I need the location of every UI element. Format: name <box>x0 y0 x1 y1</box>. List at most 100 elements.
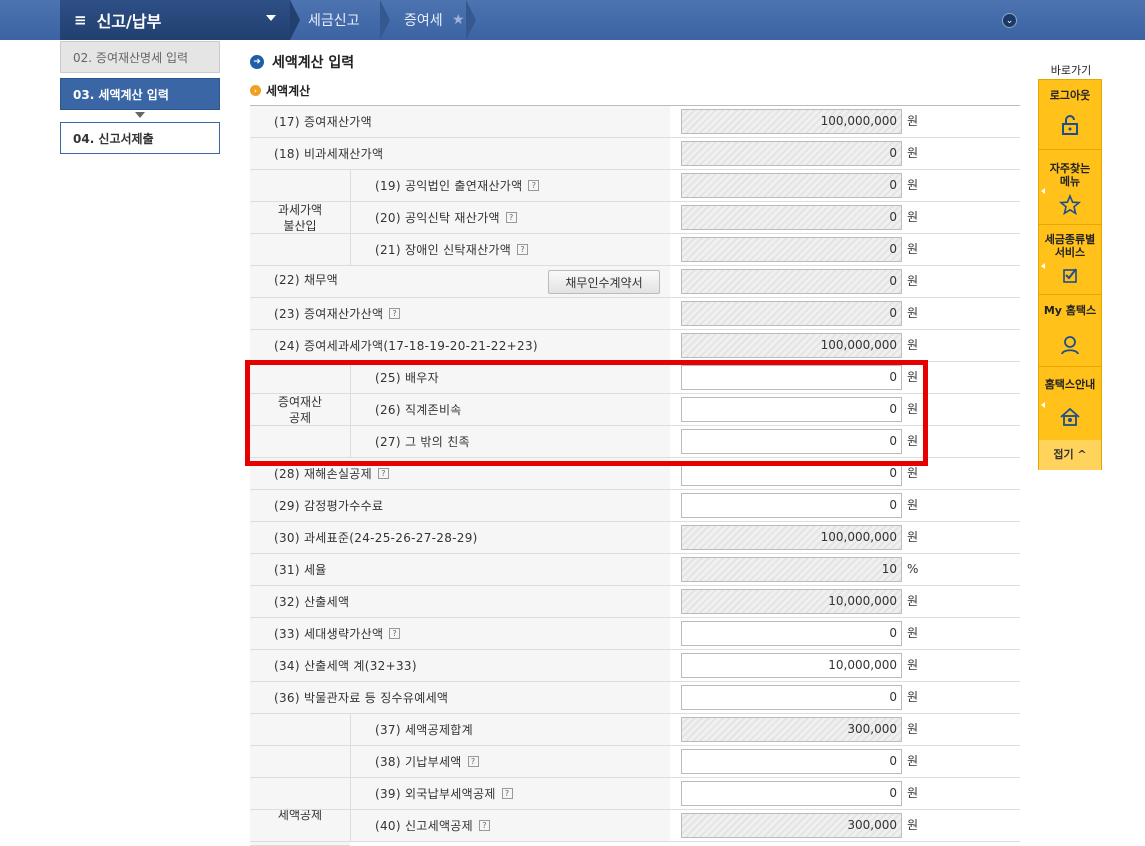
amount-input[interactable]: 0 <box>681 781 902 806</box>
table-row: (40) 신고세액공제? 300,000 원 <box>250 810 1020 842</box>
quick-my-hometax-label[interactable]: My 홈택스 <box>1039 304 1101 317</box>
readonly-field: 10,000,000 <box>681 589 902 614</box>
unit-label: 원 <box>907 146 919 160</box>
unit-label: 원 <box>907 786 919 800</box>
row-label-text: (39) 외국납부세액공제 <box>375 787 496 801</box>
table-row: (22) 채무액 채무인수계약서 0 원 <box>250 266 1020 298</box>
highlight-box <box>245 360 928 466</box>
row-label: (17) 증여재산가액 <box>250 106 670 137</box>
unit-label: 원 <box>907 754 919 768</box>
readonly-field: 100,000,000 <box>681 525 902 550</box>
arrow-left-icon <box>1041 188 1045 194</box>
row-value-cell: 0 원 <box>670 298 1020 329</box>
help-icon[interactable]: ? <box>501 788 513 799</box>
unit-label: 원 <box>907 498 919 512</box>
help-icon[interactable]: ? <box>378 468 389 479</box>
help-icon[interactable]: ? <box>517 244 529 255</box>
unit-label: 원 <box>907 594 919 608</box>
unit-label: 원 <box>907 338 919 352</box>
expand-circle-icon[interactable]: ⌄ <box>1002 13 1017 28</box>
row-label-text: (40) 신고세액공제 <box>375 819 473 833</box>
help-icon[interactable]: ? <box>467 756 479 767</box>
unit-label: 원 <box>907 530 919 544</box>
collapse-quick-menu-button[interactable]: 접기 ^ <box>1039 440 1101 470</box>
readonly-field: 100,000,000 <box>681 109 902 134</box>
quick-guide-label[interactable]: 홈택스안내 <box>1039 378 1101 391</box>
step-04-submit[interactable]: 04. 신고서제출 <box>60 122 220 154</box>
help-icon[interactable]: ? <box>389 308 401 319</box>
help-icon[interactable]: ? <box>389 628 401 639</box>
help-icon[interactable]: ? <box>528 180 540 191</box>
row-label: (18) 비과세재산가액 <box>250 138 670 169</box>
unit-label: % <box>907 562 919 576</box>
breadcrumb-separator <box>290 0 300 40</box>
help-icon[interactable]: ? <box>505 212 517 223</box>
row-value-cell: 0 원 <box>670 266 1020 297</box>
tax-calculation-table: 과세가액 불산입 증여재산 공제 세액공제 (17) 증여재산가액 100,00… <box>250 105 1020 846</box>
row-value-cell: 100,000,000 원 <box>670 106 1020 137</box>
row-value-cell: 100,000,000 원 <box>670 330 1020 361</box>
star-icon[interactable]: ★ <box>452 0 465 40</box>
row-value-cell: 0 원 <box>670 746 1020 777</box>
row-label: (38) 기납부세액? <box>350 746 670 777</box>
amount-input[interactable]: 0 <box>681 749 902 774</box>
readonly-field: 300,000 <box>681 813 902 838</box>
readonly-field: 0 <box>681 301 902 326</box>
table-row: (32) 산출세액 10,000,000 원 <box>250 586 1020 618</box>
step-02-gift-property[interactable]: 02. 증여재산명세 입력 <box>60 41 220 73</box>
quick-logout-label[interactable]: 로그아웃 <box>1039 89 1101 102</box>
divider <box>1039 224 1101 225</box>
row-value-cell: 300,000 원 <box>670 810 1020 841</box>
checkbox-icon[interactable] <box>1059 264 1081 286</box>
row-label: (37) 세액공제합계 <box>350 714 670 745</box>
row-label: (39) 외국납부세액공제? <box>350 778 670 809</box>
menu-title: 신고/납부 <box>96 12 162 31</box>
table-row: (19) 공익법인 출연재산가액? 0 원 <box>250 170 1020 202</box>
quick-faq-label[interactable]: 자주찾는 메뉴 <box>1039 162 1101 188</box>
step-down-arrow-icon <box>135 112 145 118</box>
table-row: (20) 공익신탁 재산가액? 0 원 <box>250 202 1020 234</box>
readonly-field: 0 <box>681 237 902 262</box>
row-label-text: (38) 기납부세액 <box>375 755 462 769</box>
breadcrumb-item-tax-report[interactable]: 세금신고 <box>308 0 360 40</box>
readonly-field: 100,000,000 <box>681 333 902 358</box>
page-title-text: 세액계산 입력 <box>272 55 355 71</box>
row-value-cell: 10,000,000 원 <box>670 650 1020 681</box>
table-row: (23) 증여재산가산액? 0 원 <box>250 298 1020 330</box>
user-icon[interactable] <box>1059 334 1081 356</box>
row-label-text: (19) 공익법인 출연재산가액 <box>375 179 523 193</box>
main-menu-button[interactable]: ≡ 신고/납부 <box>60 0 290 40</box>
row-label-text: (28) 재해손실공제 <box>274 467 372 481</box>
row-label: (32) 산출세액 <box>250 586 670 617</box>
unit-label: 원 <box>907 818 919 832</box>
arrow-left-icon <box>1041 402 1045 408</box>
breadcrumb-item-gift-tax[interactable]: 증여세 <box>404 0 443 40</box>
unit-label: 원 <box>907 114 919 128</box>
home-icon[interactable] <box>1059 406 1081 428</box>
table-row: (31) 세율 10 % <box>250 554 1020 586</box>
unit-label: 원 <box>907 242 919 256</box>
quick-menu-title: 바로가기 <box>1050 64 1092 77</box>
debt-contract-button[interactable]: 채무인수계약서 <box>548 270 660 294</box>
section-title-text: 세액계산 <box>266 84 311 98</box>
row-value-cell: 0 원 <box>670 138 1020 169</box>
divider <box>1039 149 1101 150</box>
row-value-cell: 0 원 <box>670 170 1020 201</box>
page-title: ➜ 세액계산 입력 <box>250 52 354 72</box>
row-label: (30) 과세표준(24-25-26-27-28-29) <box>250 522 670 553</box>
chevron-down-icon <box>266 15 276 21</box>
help-icon[interactable]: ? <box>479 820 490 831</box>
star-outline-icon[interactable] <box>1059 194 1081 216</box>
unlock-icon[interactable] <box>1059 114 1081 136</box>
amount-input[interactable]: 0 <box>681 493 902 518</box>
quick-menu-panel: 로그아웃 자주찾는 메뉴 세금종류별 서비스 My 홈택스 홈택스안내 접기 ^ <box>1038 79 1102 470</box>
step-03-tax-calc[interactable]: 03. 세액계산 입력 <box>60 78 220 110</box>
chevron-circle-icon: › <box>250 85 261 96</box>
unit-label: 원 <box>907 690 919 704</box>
amount-input[interactable]: 0 <box>681 621 902 646</box>
section-title: › 세액계산 <box>250 82 310 99</box>
quick-tax-service-label[interactable]: 세금종류별 서비스 <box>1039 233 1101 259</box>
amount-input[interactable]: 0 <box>681 685 902 710</box>
row-value-cell: 100,000,000 원 <box>670 522 1020 553</box>
amount-input[interactable]: 10,000,000 <box>681 653 902 678</box>
